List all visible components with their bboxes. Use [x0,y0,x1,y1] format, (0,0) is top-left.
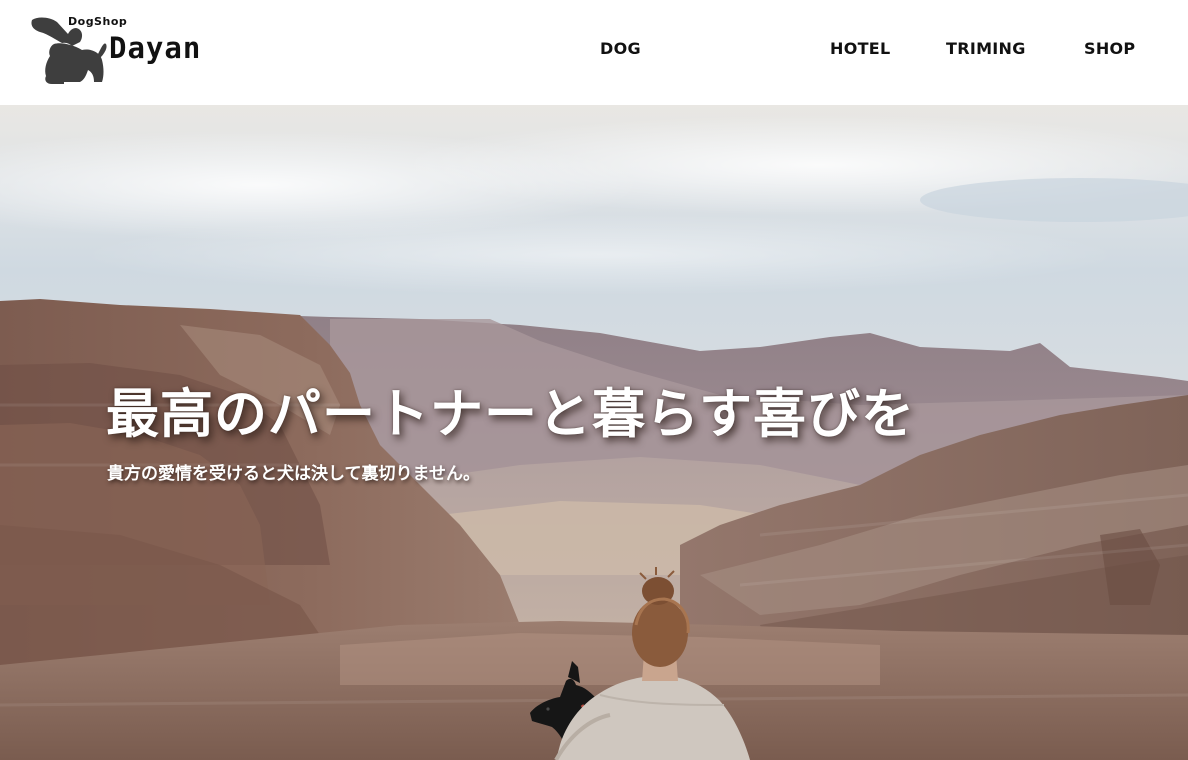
brand-logo-link[interactable]: DogShop Dayan [30,12,220,86]
hero-subline: 貴方の愛情を受けると犬は決して裏切りません。 [107,464,480,484]
nav-link-shop[interactable]: SHOP [1084,38,1135,60]
brand-tagline: DogShop [68,15,128,28]
nav-link-hotel[interactable]: HOTEL [830,38,891,60]
site-header: DogShop Dayan DOG HOTEL TRIMING SHOP [0,0,1188,105]
nav-link-triming[interactable]: TRIMING [946,38,1026,60]
brand-name: Dayan [109,31,202,65]
nav-link-dog[interactable]: DOG [600,38,641,60]
hero-headline: 最高のパートナーと暮らす喜びを [106,384,915,445]
hero-section: 最高のパートナーと暮らす喜びを 貴方の愛情を受けると犬は決して裏切りません。 [0,105,1188,760]
